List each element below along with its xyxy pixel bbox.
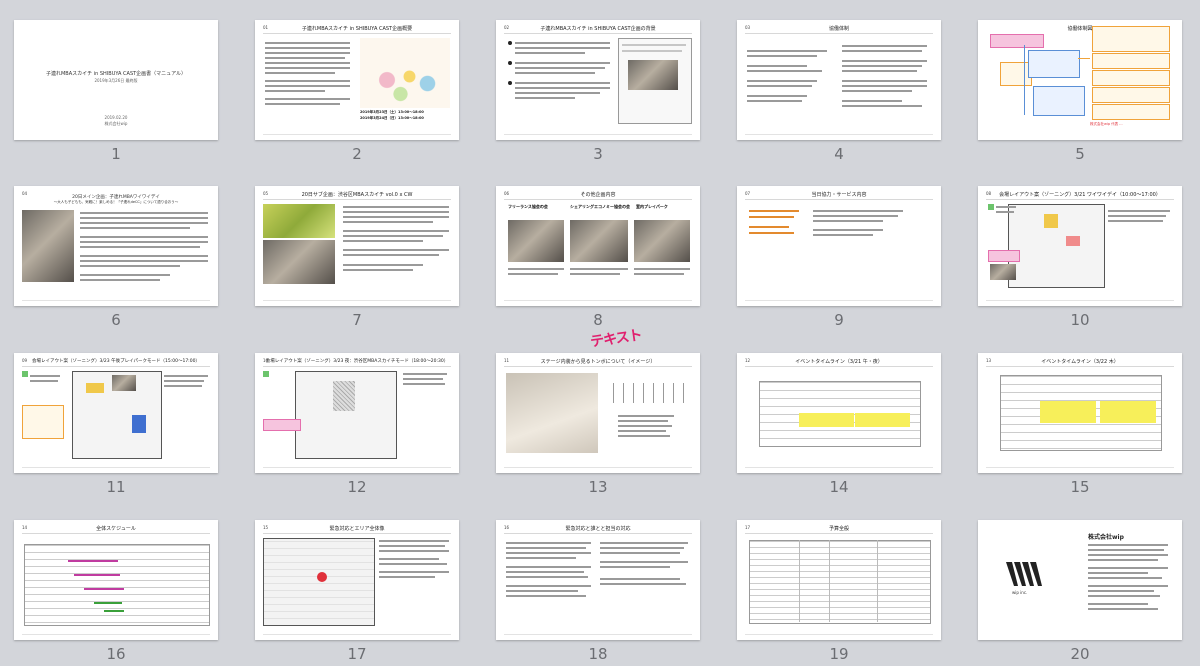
page-number: 12 xyxy=(347,478,367,496)
slide-title: その他企画内容 xyxy=(580,192,616,198)
event-photo xyxy=(22,210,74,282)
slide-title: 子連れMBAスカイチ in SHIBUYA CAST企画概要 xyxy=(301,26,413,32)
slide-18-thumbnail[interactable]: 16 緊急対応と誰とと担当の対応 xyxy=(496,520,700,640)
slide-14-thumbnail[interactable]: 12 イベントタイムライン（3/21 午・夜） xyxy=(737,353,941,473)
slide-company: 株式会社wip xyxy=(104,121,128,126)
slide-7-thumbnail[interactable]: 05 20日サブ企画：渋谷区MBAスカイチ vol.0 x CW xyxy=(255,186,459,306)
column-heading-1: フリーランス協会の会 xyxy=(508,204,548,209)
divider xyxy=(263,33,451,34)
slide-6-thumbnail[interactable]: 04 20日メイン企画：子連れMBAワイワイデイ 〜大人も子どもも、気軽に！楽し… xyxy=(14,186,218,306)
slide-10-thumbnail[interactable]: 08 会場レイアウト案（ゾーニング）3/21 ワイワイデイ（10:00〜17:0… xyxy=(978,186,1182,306)
logo-caption: wip inc. xyxy=(1012,590,1028,595)
page-number: 13 xyxy=(588,478,608,496)
slide-title: 会場レイアウト案（ゾーニング）3/23 夜：渋谷区MBAスカイチモード（18:0… xyxy=(265,359,449,364)
slide-title: イベントタイムライン（3/22 木） xyxy=(1041,359,1119,365)
event-photo-top xyxy=(263,204,335,238)
slide-title: 協働体制 xyxy=(828,26,849,32)
column-heading-2: シェアリングエコノミー協会の会 xyxy=(570,204,630,209)
area-map xyxy=(263,538,375,626)
page-number: 14 xyxy=(829,478,849,496)
slide-title: 子連れMBAスカイチ in SHIBUYA CAST企画の背景 xyxy=(540,26,656,32)
page-number: 3 xyxy=(593,145,603,163)
slide-19-thumbnail[interactable]: 17 予算全般 xyxy=(737,520,941,640)
budget-table xyxy=(749,540,931,624)
slide-title: 20日サブ企画：渋谷区MBAスカイチ vol.0 x CW xyxy=(301,192,413,198)
slide-9-thumbnail[interactable]: 07 当日協力・サービス内容 xyxy=(737,186,941,306)
page-number: 8 xyxy=(593,311,603,329)
event-date-2: 2019年3月24日（日）13:00〜18:00 xyxy=(360,116,424,120)
page-number: 4 xyxy=(834,145,844,163)
page-number: 9 xyxy=(834,311,844,329)
slide-title: 子連れMBAスカイチ in SHIBUYA CAST企画書（マニュアル） xyxy=(45,71,187,77)
page-number: 20 xyxy=(1070,645,1090,663)
slide-title: 緊急対応と誰とと担当の対応 xyxy=(565,526,631,532)
page-number: 15 xyxy=(1070,478,1090,496)
slide-11-thumbnail[interactable]: 09 会場レイアウト案（ゾーニング）3/23 午後プレイパークモード（15:00… xyxy=(14,353,218,473)
slide-title: ステージ内装から見るトンボについて（イメージ） xyxy=(540,359,656,365)
page-number: 16 xyxy=(106,645,126,663)
schedule-gantt xyxy=(24,544,210,626)
page-number: 1 xyxy=(111,145,121,163)
page-number: 6 xyxy=(111,311,121,329)
page-number: 2 xyxy=(352,145,362,163)
photo-1 xyxy=(508,220,564,262)
slide-subtitle: 〜大人も子どもも、気軽に！楽しめる！「子連れdeCC」について語り合おう〜 xyxy=(53,200,179,204)
page-number: 18 xyxy=(588,645,608,663)
wip-logo xyxy=(1006,562,1042,586)
slide-title: 当日協力・サービス内容 xyxy=(811,192,867,198)
slide-3-thumbnail[interactable]: 02 子連れMBAスカイチ in SHIBUYA CAST企画の背景 xyxy=(496,20,700,140)
slide-subtitle: 2019年3月26日 最終版 xyxy=(94,78,138,83)
page-number: 17 xyxy=(347,645,367,663)
slide-17-thumbnail[interactable]: 15 緊急対応とエリア全体像 xyxy=(255,520,459,640)
contact-note: 株式会社wip 代表 ... xyxy=(1090,122,1123,126)
page-number: 5 xyxy=(1075,145,1085,163)
photo-2 xyxy=(570,220,628,262)
slide-title: 全体スケジュール xyxy=(96,526,136,532)
slide-title: 株式会社wip xyxy=(1088,534,1124,541)
event-poster-illustration xyxy=(360,38,450,108)
slide-title: イベントタイムライン（3/21 午・夜） xyxy=(795,359,883,365)
slide-15-thumbnail[interactable]: 13 イベントタイムライン（3/22 木） xyxy=(978,353,1182,473)
stage-sketch xyxy=(506,373,598,453)
slide-4-thumbnail[interactable]: 03 協働体制 xyxy=(737,20,941,140)
slide-2-thumbnail[interactable]: 01 子連れMBAスカイチ in SHIBUYA CAST企画概要 2019年3… xyxy=(255,20,459,140)
slide-16-thumbnail[interactable]: 14 全体スケジュール xyxy=(14,520,218,640)
slide-5-thumbnail[interactable]: 協働体制図 株式会社wip 代表 ... xyxy=(978,20,1182,140)
slide-1-thumbnail[interactable]: 子連れMBAスカイチ in SHIBUYA CAST企画書（マニュアル） 201… xyxy=(14,20,218,140)
slide-8-thumbnail[interactable]: 06 その他企画内容 フリーランス協会の会 シェアリングエコノミー協会の会 室内… xyxy=(496,186,700,306)
page-number: 10 xyxy=(1070,311,1090,329)
page-number: 11 xyxy=(106,478,126,496)
page-number: 19 xyxy=(829,645,849,663)
column-heading-3: 室内プレイパーク xyxy=(636,204,668,209)
slide-title: 会場レイアウト案（ゾーニング）3/23 午後プレイパークモード（15:00〜17… xyxy=(32,359,200,364)
slide-title: 会場レイアウト案（ゾーニング）3/21 ワイワイデイ（10:00〜17:00） xyxy=(999,192,1161,198)
slide-13-thumbnail[interactable]: 11 ステージ内装から見るトンボについて（イメージ） xyxy=(496,353,700,473)
slide-12-thumbnail[interactable]: 10 会場レイアウト案（ゾーニング）3/23 夜：渋谷区MBAスカイチモード（1… xyxy=(255,353,459,473)
slide-title: 予算全般 xyxy=(828,526,849,532)
event-date-1: 2019年3月23日（土）13:00〜18:00 xyxy=(360,110,424,114)
photo-3 xyxy=(634,220,690,262)
slide-title: 緊急対応とエリア全体像 xyxy=(329,526,385,532)
page-number: 7 xyxy=(352,311,362,329)
event-photo-bottom xyxy=(263,240,335,284)
slide-date: 2019.02.20 xyxy=(104,115,128,120)
slide-20-thumbnail[interactable]: wip inc. 株式会社wip xyxy=(978,520,1182,640)
